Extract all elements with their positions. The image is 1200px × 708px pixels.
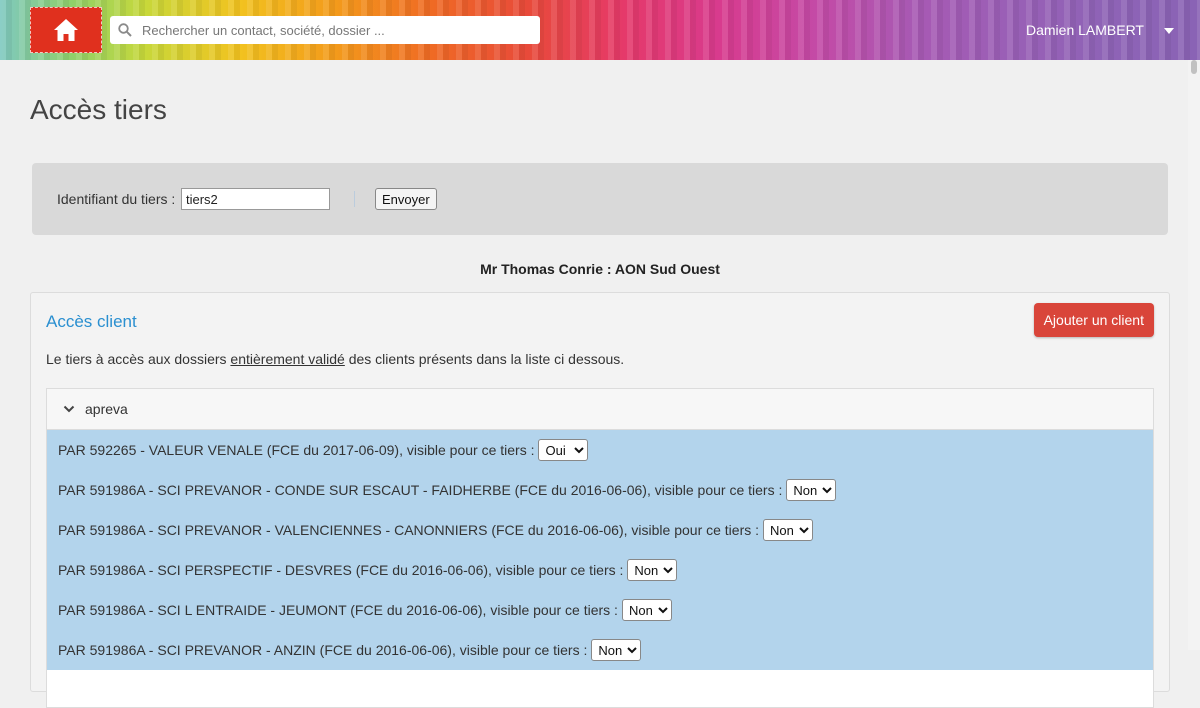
dossier-row: PAR 591986A - SCI PREVANOR - CONDE SUR E… [47,470,1153,510]
dossier-row: PAR 591986A - SCI L ENTRAIDE - JEUMONT (… [47,590,1153,630]
dossier-row: PAR 592265 - VALEUR VENALE (FCE du 2017-… [47,430,1153,470]
desc-text-start: Le tiers à accès aux dossiers [46,351,231,367]
client-group: apreva PAR 592265 - VALEUR VENALE (FCE d… [46,388,1154,708]
dossier-row: PAR 591986A - SCI PERSPECTIF - DESVRES (… [47,550,1153,590]
global-search[interactable] [110,16,540,44]
user-menu[interactable]: Damien LAMBERT [1026,22,1144,38]
desc-text-end: des clients présents dans la liste ci de… [344,351,625,367]
chevron-down-icon[interactable] [63,405,75,413]
home-icon [54,19,78,41]
page-scrollbar[interactable] [1188,60,1200,650]
visibility-select[interactable]: OuiNon [763,519,814,541]
client-group-name: apreva [85,401,128,417]
client-access-panel: Accès client Ajouter un client Le tiers … [30,292,1170,708]
visibility-select[interactable]: OuiNon [786,479,837,501]
home-button[interactable] [30,7,102,53]
tiers-name: Mr Thomas Conrie : AON Sud Ouest [480,261,720,277]
client-group-header[interactable]: apreva [47,389,1153,430]
form-divider [354,191,355,207]
dossier-label: PAR 591986A - SCI PREVANOR - ANZIN (FCE … [58,642,588,658]
dossier-label: PAR 592265 - VALEUR VENALE (FCE du 2017-… [58,442,535,458]
dossier-label: PAR 591986A - SCI PREVANOR - CONDE SUR E… [58,482,783,498]
panel-description: Le tiers à accès aux dossiers entièremen… [46,351,624,367]
dossier-label: PAR 591986A - SCI PERSPECTIF - DESVRES (… [58,562,624,578]
visibility-select[interactable]: OuiNon [621,599,672,621]
dossier-list: PAR 592265 - VALEUR VENALE (FCE du 2017-… [47,430,1153,670]
visibility-select[interactable]: OuiNon [538,439,589,461]
page-title: Accès tiers [30,94,167,125]
add-client-button[interactable]: Ajouter un client [1033,303,1154,337]
dossier-label: PAR 591986A - SCI L ENTRAIDE - JEUMONT (… [58,602,618,618]
panel-title: Accès client [46,312,137,331]
search-input[interactable] [140,17,540,43]
dossier-label: PAR 591986A - SCI PREVANOR - VALENCIENNE… [58,522,760,538]
caret-down-icon[interactable] [1164,28,1174,34]
tiers-id-label: Identifiant du tiers : [57,191,176,207]
dossier-row: PAR 591986A - SCI PREVANOR - ANZIN (FCE … [47,630,1153,670]
send-button[interactable]: Envoyer [375,188,437,210]
tiers-id-input[interactable] [181,188,330,210]
scrollbar-thumb[interactable] [1191,60,1197,74]
dossier-row: PAR 591986A - SCI PREVANOR - VALENCIENNE… [47,510,1153,550]
top-navigation-bar: Damien LAMBERT [0,0,1200,60]
search-icon [110,23,140,37]
tiers-form: Identifiant du tiers : Envoyer [32,163,1168,235]
desc-emphasis: entièrement validé [230,351,345,367]
visibility-select[interactable]: OuiNon [591,639,642,661]
visibility-select[interactable]: OuiNon [627,559,678,581]
